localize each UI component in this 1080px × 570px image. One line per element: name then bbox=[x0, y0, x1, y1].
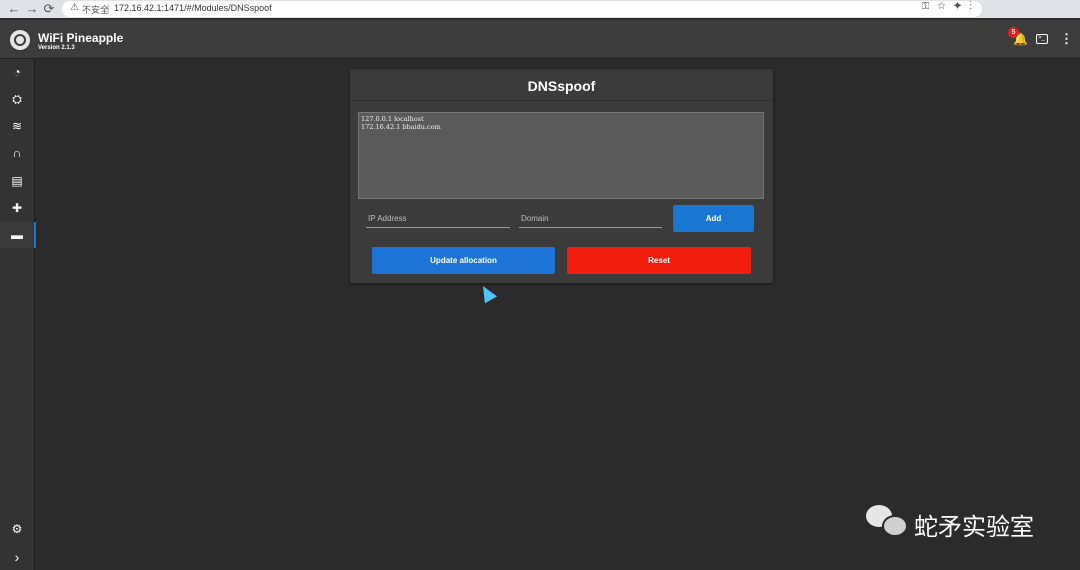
dnsspoof-card: DNSspoof 127.0.0.1 localhost 172.16.42.1… bbox=[350, 69, 773, 283]
sidebar-item-dnsspoof[interactable]: ▬ bbox=[0, 222, 36, 248]
more-vertical-icon[interactable]: ⋮ bbox=[1060, 32, 1073, 46]
forward-arrow-icon[interactable]: → bbox=[24, 1, 40, 17]
ip-address-field[interactable]: IP Address bbox=[366, 211, 510, 228]
back-arrow-icon[interactable]: ← bbox=[6, 1, 22, 17]
browser-toolbar: ← → ⟳ ⚠ 不安全 | 172.16.42.1:1471/#/Modules… bbox=[0, 0, 1080, 18]
insecure-label: 不安全 bbox=[82, 6, 110, 16]
modules-puzzle-icon: ✚ bbox=[11, 201, 23, 215]
sidebar-item-logs[interactable]: ▤ bbox=[0, 168, 34, 194]
app-version: Version 2.1.3 bbox=[38, 45, 75, 51]
ip-address-placeholder: IP Address bbox=[368, 214, 407, 223]
dnsspoof-module-icon: ▬ bbox=[11, 228, 23, 242]
sidebar-expand-button[interactable]: › bbox=[0, 544, 34, 570]
dashboard-gauge-icon: ◔ bbox=[13, 65, 21, 79]
sidebar-item-dashboard[interactable]: ◔ bbox=[0, 59, 34, 85]
warning-icon: ⚠ bbox=[70, 2, 79, 13]
update-allocation-button[interactable]: Update allocation bbox=[372, 247, 555, 274]
address-bar[interactable]: ⚠ 不安全 | 172.16.42.1:1471/#/Modules/DNSsp… bbox=[62, 1, 982, 17]
hosts-textarea[interactable]: 127.0.0.1 localhost 172.16.42.1 bbaidu.c… bbox=[358, 112, 764, 199]
wifi-icon: ≋ bbox=[11, 119, 23, 133]
hosts-line: 127.0.0.1 localhost bbox=[361, 115, 424, 123]
pineapple-logo-icon bbox=[10, 30, 30, 50]
chevron-right-icon: › bbox=[14, 549, 20, 565]
hosts-line: 172.16.42.1 bbaidu.com bbox=[361, 123, 441, 131]
sidebar-item-pineap[interactable]: ≋ bbox=[0, 113, 34, 139]
reset-button[interactable]: Reset bbox=[567, 247, 751, 274]
url-separator: | bbox=[107, 3, 110, 13]
watermark-text: 蛇矛实验室 bbox=[914, 513, 1034, 541]
logs-document-icon: ▤ bbox=[11, 174, 23, 188]
terminal-icon[interactable]: >_ bbox=[1036, 34, 1048, 44]
sidebar-item-campaigns[interactable]: ⛭ bbox=[0, 86, 34, 112]
recon-binoculars-icon: ∩ bbox=[12, 146, 22, 160]
url-text[interactable]: 172.16.42.1:1471/#/Modules/DNSspoof bbox=[114, 3, 272, 13]
notification-count-badge: 5 bbox=[1008, 27, 1019, 38]
domain-placeholder: Domain bbox=[521, 214, 549, 223]
reload-icon[interactable]: ⟳ bbox=[41, 1, 57, 17]
sidebar-item-settings[interactable]: ⚙ bbox=[0, 516, 34, 542]
browser-extension-icons[interactable]: ⚿☆✦⋮ bbox=[922, 1, 980, 12]
wechat-icon-bubble bbox=[882, 515, 908, 537]
app-header: WiFi Pineapple Version 2.1.3 bbox=[0, 20, 1080, 59]
gear-icon: ⚙ bbox=[11, 522, 23, 536]
sidebar-item-modules[interactable]: ✚ bbox=[0, 195, 34, 221]
app-title: WiFi Pineapple bbox=[38, 31, 124, 45]
campaigns-bag-icon: ⛭ bbox=[12, 92, 22, 106]
sidebar-item-recon[interactable]: ∩ bbox=[0, 140, 34, 166]
card-header: DNSspoof bbox=[350, 69, 773, 101]
domain-field[interactable]: Domain bbox=[519, 211, 662, 228]
add-button[interactable]: Add bbox=[673, 205, 754, 232]
card-title: DNSspoof bbox=[527, 78, 596, 94]
mouse-cursor-icon bbox=[476, 282, 498, 304]
